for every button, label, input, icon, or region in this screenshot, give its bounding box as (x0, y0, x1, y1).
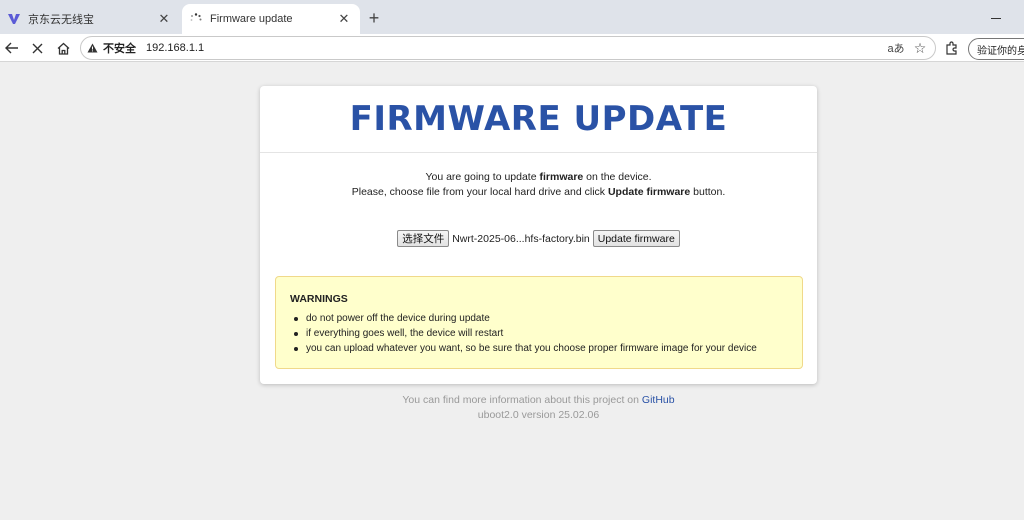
file-upload-form: 选择文件 Nwrt-2025-06...hfs-factory.bin Upda… (260, 230, 817, 247)
address-bar[interactable]: 不安全 192.168.1.1 aあ ☆ (80, 36, 936, 60)
intro-text-segment: You are going to update (425, 171, 540, 183)
list-item: do not power off the device during updat… (290, 311, 788, 326)
intro-text-segment: button. (690, 186, 726, 198)
warnings-box: WARNINGS do not power off the device dur… (275, 276, 803, 369)
intro-bold-update-firmware: Update firmware (607, 186, 691, 198)
translate-icon[interactable]: aあ (887, 40, 905, 56)
tab-label: 京东云无线宝 (28, 14, 94, 26)
loading-spinner-icon (190, 13, 202, 25)
github-link[interactable]: GitHub (642, 394, 675, 406)
tab-firmware-update[interactable]: Firmware update ✕ (182, 4, 360, 34)
choose-file-button[interactable]: 选择文件 (397, 230, 450, 247)
warnings-list: do not power off the device during updat… (290, 311, 788, 356)
intro-bold-firmware: firmware (539, 171, 584, 183)
browser-titlebar: 京东云无线宝 ✕ Firmware update ✕ + (0, 0, 1024, 34)
warning-triangle-icon[interactable] (87, 43, 98, 53)
intro-line-1: You are going to update firmware on the … (260, 170, 817, 185)
close-icon[interactable]: ✕ (156, 11, 172, 27)
stop-loading-icon[interactable] (27, 38, 47, 58)
page-title: FIRMWARE UPDATE (260, 86, 817, 153)
close-icon[interactable]: ✕ (336, 11, 352, 27)
update-firmware-button[interactable]: Update firmware (592, 230, 680, 247)
list-item: you can upload whatever you want, so be … (290, 341, 788, 356)
firmware-update-card: FIRMWARE UPDATE You are going to update … (260, 86, 817, 384)
extensions-puzzle-icon[interactable] (942, 39, 960, 57)
page-footer: You can find more information about this… (260, 393, 817, 423)
insecure-label[interactable]: 不安全 (103, 40, 136, 56)
footer-info-text: You can find more information about this… (402, 394, 642, 406)
jdcloud-favicon-icon (8, 13, 20, 25)
browser-toolbar: 不安全 192.168.1.1 aあ ☆ 验证你的身份 (0, 34, 1024, 62)
version-text: uboot2.0 version 25.02.06 (477, 409, 600, 421)
back-arrow-icon[interactable] (2, 38, 22, 58)
intro-text-segment: on the device. (583, 171, 652, 183)
list-item: if everything goes well, the device will… (290, 326, 788, 341)
footer-info-line: You can find more information about this… (260, 393, 817, 408)
intro-line-2: Please, choose file from your local hard… (260, 185, 817, 200)
warnings-title: WARNINGS (290, 293, 348, 305)
new-tab-plus-icon[interactable]: + (364, 8, 384, 28)
profile-verify-button[interactable]: 验证你的身份 (968, 38, 1024, 60)
home-icon[interactable] (53, 38, 73, 58)
tab-jdcloud[interactable]: 京东云无线宝 ✕ (0, 4, 180, 34)
url-text[interactable]: 192.168.1.1 (146, 42, 887, 54)
minimize-window-icon[interactable] (986, 8, 1006, 28)
intro-text: You are going to update firmware on the … (260, 170, 817, 200)
selected-file-name: Nwrt-2025-06...hfs-factory.bin (452, 232, 590, 245)
intro-text-segment: Please, choose file from your local hard… (351, 186, 608, 198)
tab-label: Firmware update (210, 13, 293, 25)
bookmark-star-icon[interactable]: ☆ (911, 40, 929, 57)
